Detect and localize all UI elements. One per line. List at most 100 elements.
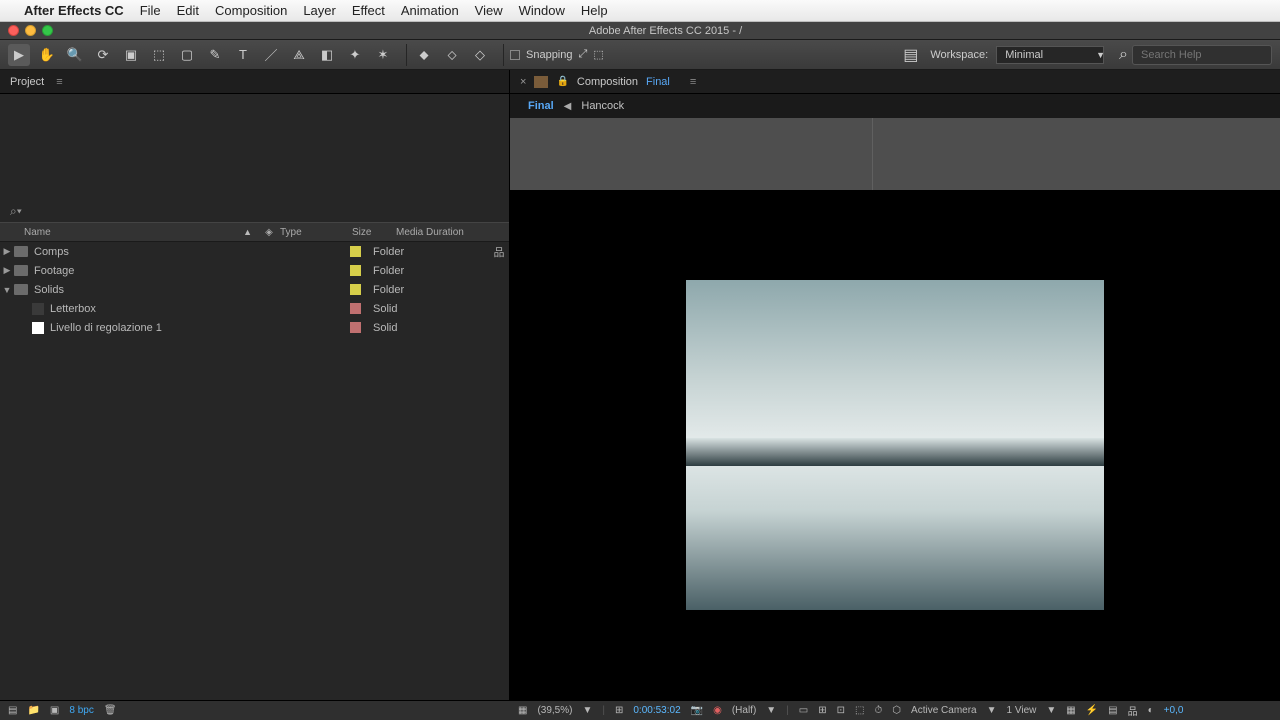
- zoom-readout[interactable]: (39,5%): [537, 705, 572, 716]
- lock-icon[interactable]: 🔒: [556, 76, 568, 87]
- sort-asc-icon[interactable]: ▲: [243, 227, 252, 237]
- search-help-input[interactable]: [1132, 45, 1272, 65]
- menu-help[interactable]: Help: [581, 3, 608, 18]
- panel-menu-icon[interactable]: ≡: [56, 76, 62, 88]
- pixel-aspect-icon[interactable]: ▦: [1066, 705, 1075, 716]
- disclosure-icon[interactable]: ▶: [2, 246, 12, 257]
- chevron-down-icon[interactable]: ▼: [987, 705, 997, 716]
- menu-layer[interactable]: Layer: [303, 3, 336, 18]
- rotate-tool-icon[interactable]: ⟳: [92, 44, 114, 66]
- menu-effect[interactable]: Effect: [352, 3, 385, 18]
- label-swatch[interactable]: [350, 265, 361, 276]
- fast-preview-icon[interactable]: ⚡: [1086, 705, 1098, 716]
- column-name[interactable]: Name▲: [0, 227, 258, 238]
- chevron-down-icon[interactable]: ▼: [1046, 705, 1056, 716]
- roi-icon[interactable]: ▭: [799, 705, 808, 716]
- hand-tool-icon[interactable]: ✋: [36, 44, 58, 66]
- menu-window[interactable]: Window: [519, 3, 565, 18]
- composition-panel-header[interactable]: × 🔒 Composition Final ≡: [510, 70, 1280, 94]
- menu-view[interactable]: View: [475, 3, 503, 18]
- panel-menu-icon[interactable]: ≡: [690, 76, 696, 88]
- menu-animation[interactable]: Animation: [401, 3, 459, 18]
- column-size[interactable]: Size: [352, 227, 396, 238]
- pan-behind-tool-icon[interactable]: ⬚: [148, 44, 170, 66]
- label-swatch[interactable]: [350, 303, 361, 314]
- grid-icon[interactable]: ⊞: [818, 705, 826, 716]
- new-comp-icon[interactable]: ▣: [50, 705, 59, 716]
- brush-tool-icon[interactable]: ／: [260, 44, 282, 66]
- snap-extras-icon[interactable]: ⤢: [579, 48, 588, 61]
- selection-tool-icon[interactable]: ▶: [8, 44, 30, 66]
- time-icon[interactable]: ⏱: [874, 705, 882, 716]
- pen-tool-icon[interactable]: ✎: [204, 44, 226, 66]
- search-icon[interactable]: ⌕▾: [10, 204, 22, 219]
- eraser-tool-icon[interactable]: ◧: [316, 44, 338, 66]
- project-row-adjustment[interactable]: · Livello di regolazione 1 Solid: [0, 318, 509, 337]
- new-folder-icon[interactable]: 📁: [27, 705, 39, 716]
- disclosure-icon[interactable]: ▼: [2, 285, 12, 295]
- project-tree[interactable]: ▶ Comps Folder 品 ▶ Footage Folder ▼ Soli…: [0, 242, 509, 700]
- resolution-icon[interactable]: ⊞: [615, 705, 623, 716]
- project-panel-header[interactable]: Project ≡: [0, 70, 509, 94]
- snap-bounds-icon[interactable]: ⬚: [593, 48, 603, 61]
- label-swatch[interactable]: [350, 284, 361, 295]
- zoom-tool-icon[interactable]: 🔍: [64, 44, 86, 66]
- label-swatch[interactable]: [350, 246, 361, 257]
- flowchart-icon[interactable]: 品: [1128, 703, 1138, 718]
- chevron-left-icon[interactable]: ◀: [564, 101, 572, 112]
- app-name[interactable]: After Effects CC: [24, 3, 124, 18]
- menu-file[interactable]: File: [140, 3, 161, 18]
- project-row-solids[interactable]: ▼ Solids Folder: [0, 280, 509, 299]
- project-row-footage[interactable]: ▶ Footage Folder: [0, 261, 509, 280]
- views-select[interactable]: 1 View: [1007, 705, 1037, 716]
- bpc-indicator[interactable]: 8 bpc: [69, 705, 93, 716]
- channel-icon[interactable]: ◉: [713, 705, 722, 716]
- composition-canvas[interactable]: [686, 280, 1104, 610]
- resolution-select[interactable]: (Half): [732, 705, 756, 716]
- flowchart-icon[interactable]: 品: [489, 244, 509, 260]
- chevron-down-icon[interactable]: ▼: [766, 705, 776, 716]
- workspace-select[interactable]: Minimal: [996, 46, 1104, 64]
- exposure-reset-icon[interactable]: ◐: [1148, 705, 1154, 716]
- project-row-comps[interactable]: ▶ Comps Folder 品: [0, 242, 509, 261]
- axis-view-icon[interactable]: ◇: [469, 44, 491, 66]
- menu-edit[interactable]: Edit: [177, 3, 199, 18]
- timeline-icon[interactable]: ▤: [1108, 705, 1117, 716]
- snapshot-icon[interactable]: 📷: [691, 705, 703, 716]
- camera-select[interactable]: Active Camera: [911, 705, 977, 716]
- crumb-sub[interactable]: Hancock: [581, 100, 624, 112]
- mask-icon[interactable]: ⬚: [855, 705, 864, 716]
- close-tab-icon[interactable]: ×: [520, 76, 526, 88]
- type-tool-icon[interactable]: T: [232, 44, 254, 66]
- alpha-icon[interactable]: ▦: [518, 705, 527, 716]
- close-window-icon[interactable]: [8, 25, 19, 36]
- composition-viewer[interactable]: Project Utility v1.2 ≡ PROJECT UTILITY S…: [510, 118, 1280, 700]
- camera-tool-icon[interactable]: ▣: [120, 44, 142, 66]
- minimize-window-icon[interactable]: [25, 25, 36, 36]
- column-duration[interactable]: Media Duration: [396, 227, 509, 238]
- checkbox-icon[interactable]: [510, 50, 520, 60]
- crumb-active[interactable]: Final: [528, 100, 554, 112]
- zoom-window-icon[interactable]: [42, 25, 53, 36]
- composition-name[interactable]: Final: [646, 76, 670, 88]
- rectangle-tool-icon[interactable]: ▢: [176, 44, 198, 66]
- column-type[interactable]: Type: [280, 227, 352, 238]
- timecode-readout[interactable]: 0:00:53:02: [633, 705, 680, 716]
- disclosure-icon[interactable]: ▶: [2, 265, 12, 276]
- snapping-toggle[interactable]: Snapping ⤢ ⬚: [510, 48, 604, 61]
- guides-icon[interactable]: ⊡: [837, 705, 845, 716]
- clone-tool-icon[interactable]: ⟁: [288, 44, 310, 66]
- project-row-letterbox[interactable]: · Letterbox Solid: [0, 299, 509, 318]
- axis-world-icon[interactable]: ⬦: [441, 44, 463, 66]
- puppet-tool-icon[interactable]: ✶: [372, 44, 394, 66]
- 3d-icon[interactable]: ⬡: [892, 705, 901, 716]
- sync-icon[interactable]: ▤: [903, 45, 918, 65]
- chevron-down-icon[interactable]: ▼: [582, 705, 592, 716]
- trash-icon[interactable]: 🗑: [104, 705, 117, 716]
- roto-tool-icon[interactable]: ✦: [344, 44, 366, 66]
- label-swatch[interactable]: [350, 322, 361, 333]
- axis-local-icon[interactable]: ⬥: [413, 44, 435, 66]
- interpret-icon[interactable]: ▤: [8, 705, 17, 716]
- exposure-readout[interactable]: +0,0: [1164, 705, 1184, 716]
- column-label[interactable]: ◈: [258, 227, 280, 238]
